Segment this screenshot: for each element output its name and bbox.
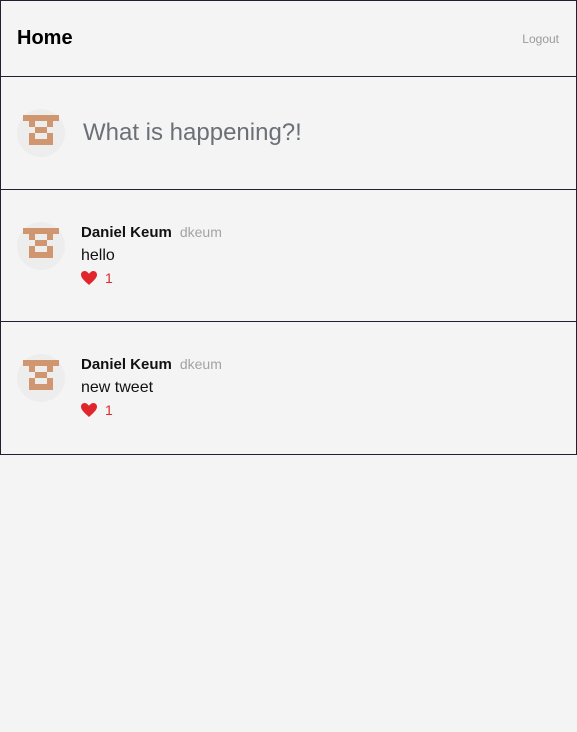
page-header: Home Logout (1, 1, 576, 77)
like-button[interactable]: 1 (81, 270, 222, 286)
tweet-header: Daniel Keum dkeum (81, 356, 222, 373)
app-container: Home Logout What is happening?! Daniel K… (0, 0, 577, 455)
tweet-text: hello (81, 247, 115, 264)
tweet-item: Daniel Keum dkeum hello 1 (1, 190, 576, 322)
heart-icon[interactable] (81, 403, 97, 417)
avatar[interactable] (17, 222, 65, 270)
tweet-body: Daniel Keum dkeum new tweet 1 (81, 354, 222, 454)
page-title: Home (17, 27, 73, 49)
tweet-body: Daniel Keum dkeum hello 1 (81, 222, 222, 321)
pixel-identicon-icon (23, 115, 59, 145)
like-button[interactable]: 1 (81, 402, 222, 418)
tweet-header: Daniel Keum dkeum (81, 224, 222, 241)
tweet-item: Daniel Keum dkeum new tweet 1 (1, 322, 576, 454)
author-name[interactable]: Daniel Keum (81, 356, 172, 373)
author-handle[interactable]: dkeum (180, 224, 222, 240)
author-handle[interactable]: dkeum (180, 356, 222, 372)
tweet-text: new tweet (81, 379, 154, 396)
author-name[interactable]: Daniel Keum (81, 224, 172, 241)
heart-icon[interactable] (81, 271, 97, 285)
like-count: 1 (105, 270, 113, 286)
avatar[interactable] (17, 354, 65, 402)
compose-tweet-input[interactable] (81, 118, 545, 148)
logout-button[interactable]: Logout (522, 32, 559, 46)
pixel-identicon-icon (23, 228, 59, 258)
avatar (17, 109, 65, 157)
tweet-composer (1, 77, 576, 190)
pixel-identicon-icon (23, 360, 59, 390)
like-count: 1 (105, 402, 113, 418)
